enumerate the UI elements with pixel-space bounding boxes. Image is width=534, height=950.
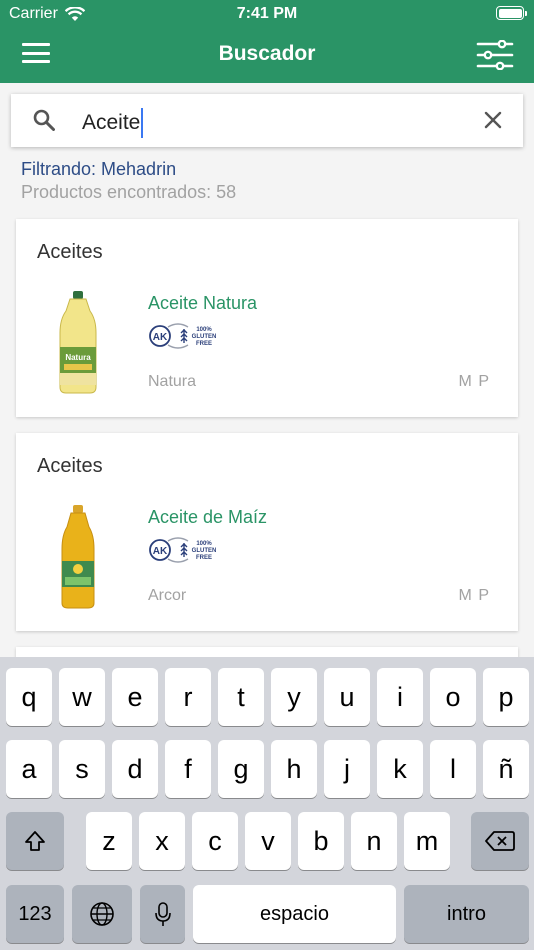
keyboard: q w e r t y u i o p a s d f g h j k l ñ …: [0, 657, 534, 950]
svg-text:GLUTEN: GLUTEN: [192, 548, 217, 554]
product-image-oil-bottle: [61, 505, 95, 609]
svg-text:GLUTEN: GLUTEN: [192, 334, 217, 340]
key-m[interactable]: m: [404, 812, 450, 870]
battery-icon: [496, 6, 527, 20]
key-w[interactable]: w: [59, 668, 105, 726]
globe-key[interactable]: [72, 885, 132, 943]
microphone-icon: [154, 902, 171, 926]
numbers-key[interactable]: 123: [6, 885, 64, 943]
kosher-logo-mark: AK: [153, 546, 168, 557]
product-card[interactable]: Aceites Aceite de Maíz AK 100% GLUTEN FR…: [16, 433, 518, 631]
certification-logos: AK 100% GLUTEN FREE: [149, 537, 217, 563]
return-key[interactable]: intro: [404, 885, 529, 943]
svg-text:100%: 100%: [196, 541, 212, 547]
key-u[interactable]: u: [324, 668, 370, 726]
shift-key[interactable]: [6, 812, 64, 870]
status-bar: Carrier 7:41 PM: [0, 0, 534, 26]
backspace-icon: [485, 831, 515, 851]
key-s[interactable]: s: [59, 740, 105, 798]
filter-sliders-icon[interactable]: [476, 40, 514, 70]
shift-icon: [25, 831, 45, 851]
key-n-tilde[interactable]: ñ: [483, 740, 529, 798]
product-category: Aceites: [37, 455, 103, 477]
product-name: Aceite de Maíz: [148, 507, 268, 527]
key-v[interactable]: v: [245, 812, 291, 870]
status-time: 7:41 PM: [236, 5, 298, 22]
key-i[interactable]: i: [377, 668, 423, 726]
product-name: Aceite Natura: [148, 293, 258, 313]
svg-text:FREE: FREE: [196, 555, 212, 561]
key-p[interactable]: p: [483, 668, 529, 726]
search-icon: [33, 109, 55, 131]
app-header: Carrier 7:41 PM Buscador: [0, 0, 534, 83]
product-card[interactable]: Aceites Natura Aceite Natura AK 100% GLU…: [16, 219, 518, 417]
text-caret: [141, 108, 144, 138]
key-l[interactable]: l: [430, 740, 476, 798]
key-y[interactable]: y: [271, 668, 317, 726]
clear-icon[interactable]: [483, 110, 503, 130]
search-query-text: Aceite: [82, 111, 141, 134]
certification-logos: AK 100% GLUTEN FREE: [149, 323, 217, 349]
backspace-key[interactable]: [471, 812, 529, 870]
product-tag: M P: [458, 587, 490, 604]
key-k[interactable]: k: [377, 740, 423, 798]
key-d[interactable]: d: [112, 740, 158, 798]
key-t[interactable]: t: [218, 668, 264, 726]
key-a[interactable]: a: [6, 740, 52, 798]
product-brand: Natura: [148, 373, 197, 390]
results-count-label: Productos encontrados: 58: [21, 182, 237, 202]
search-input[interactable]: Aceite: [82, 108, 144, 138]
svg-text:100%: 100%: [196, 327, 212, 333]
product-image-oil-bottle: Natura: [59, 291, 97, 394]
key-r[interactable]: r: [165, 668, 211, 726]
svg-text:Natura: Natura: [65, 353, 91, 362]
key-c[interactable]: c: [192, 812, 238, 870]
key-z[interactable]: z: [86, 812, 132, 870]
product-brand: Arcor: [148, 587, 187, 604]
key-q[interactable]: q: [6, 668, 52, 726]
globe-icon: [90, 902, 114, 926]
key-x[interactable]: x: [139, 812, 185, 870]
key-g[interactable]: g: [218, 740, 264, 798]
svg-text:FREE: FREE: [196, 341, 212, 347]
key-j[interactable]: j: [324, 740, 370, 798]
active-filter-label: Filtrando: Mehadrin: [21, 159, 177, 179]
kosher-logo-mark: AK: [153, 332, 168, 343]
key-b[interactable]: b: [298, 812, 344, 870]
product-category: Aceites: [37, 241, 103, 263]
space-key[interactable]: espacio: [193, 885, 396, 943]
dictation-key[interactable]: [140, 885, 185, 943]
key-f[interactable]: f: [165, 740, 211, 798]
search-bar[interactable]: Aceite: [11, 94, 523, 147]
key-h[interactable]: h: [271, 740, 317, 798]
key-n[interactable]: n: [351, 812, 397, 870]
page-title: Buscador: [218, 42, 316, 65]
product-tag: M P: [458, 373, 490, 390]
key-o[interactable]: o: [430, 668, 476, 726]
key-e[interactable]: e: [112, 668, 158, 726]
